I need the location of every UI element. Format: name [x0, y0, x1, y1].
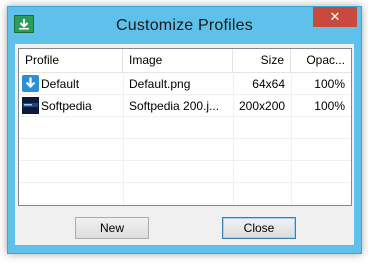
column-header-opacity[interactable]: Opac... — [291, 49, 351, 72]
cell-profile: Softpedia — [19, 95, 123, 117]
close-button[interactable]: Close — [222, 217, 296, 239]
column-header-profile[interactable]: Profile — [19, 49, 123, 72]
column-header-size[interactable]: Size — [233, 49, 291, 72]
cell-opacity: 100% — [314, 99, 345, 113]
dialog-client-area: Profile Image Size Opac... Default Defau… — [15, 44, 354, 245]
cell-image: Softpedia 200.j... — [129, 99, 220, 113]
cell-profile: Default — [19, 73, 123, 95]
cell-size: 64x64 — [252, 77, 285, 91]
list-header: Profile Image Size Opac... — [19, 49, 351, 73]
table-row[interactable]: Default Default.png 64x64 100% — [19, 73, 351, 95]
cell-image: Default.png — [129, 77, 191, 91]
column-header-image[interactable]: Image — [123, 49, 233, 72]
download-arrow-icon — [22, 75, 39, 92]
window-title: Customize Profiles — [116, 17, 253, 34]
customize-profiles-window: Customize Profiles ✕ Profile Image Size … — [7, 6, 362, 254]
grid-divider — [19, 138, 351, 139]
softpedia-thumbnail-icon — [22, 97, 39, 114]
profile-name: Default — [41, 77, 80, 91]
profiles-list[interactable]: Profile Image Size Opac... Default Defau… — [18, 48, 352, 206]
window-close-button[interactable]: ✕ — [313, 7, 357, 27]
profile-name: Softpedia — [41, 99, 92, 113]
grid-divider — [19, 160, 351, 161]
title-bar[interactable]: Customize Profiles ✕ — [8, 7, 361, 43]
grid-divider — [19, 182, 351, 183]
cell-opacity: 100% — [314, 77, 345, 91]
table-row[interactable]: Softpedia Softpedia 200.j... 200x200 100… — [19, 95, 351, 117]
cell-size: 200x200 — [239, 99, 286, 113]
new-button[interactable]: New — [75, 217, 149, 239]
